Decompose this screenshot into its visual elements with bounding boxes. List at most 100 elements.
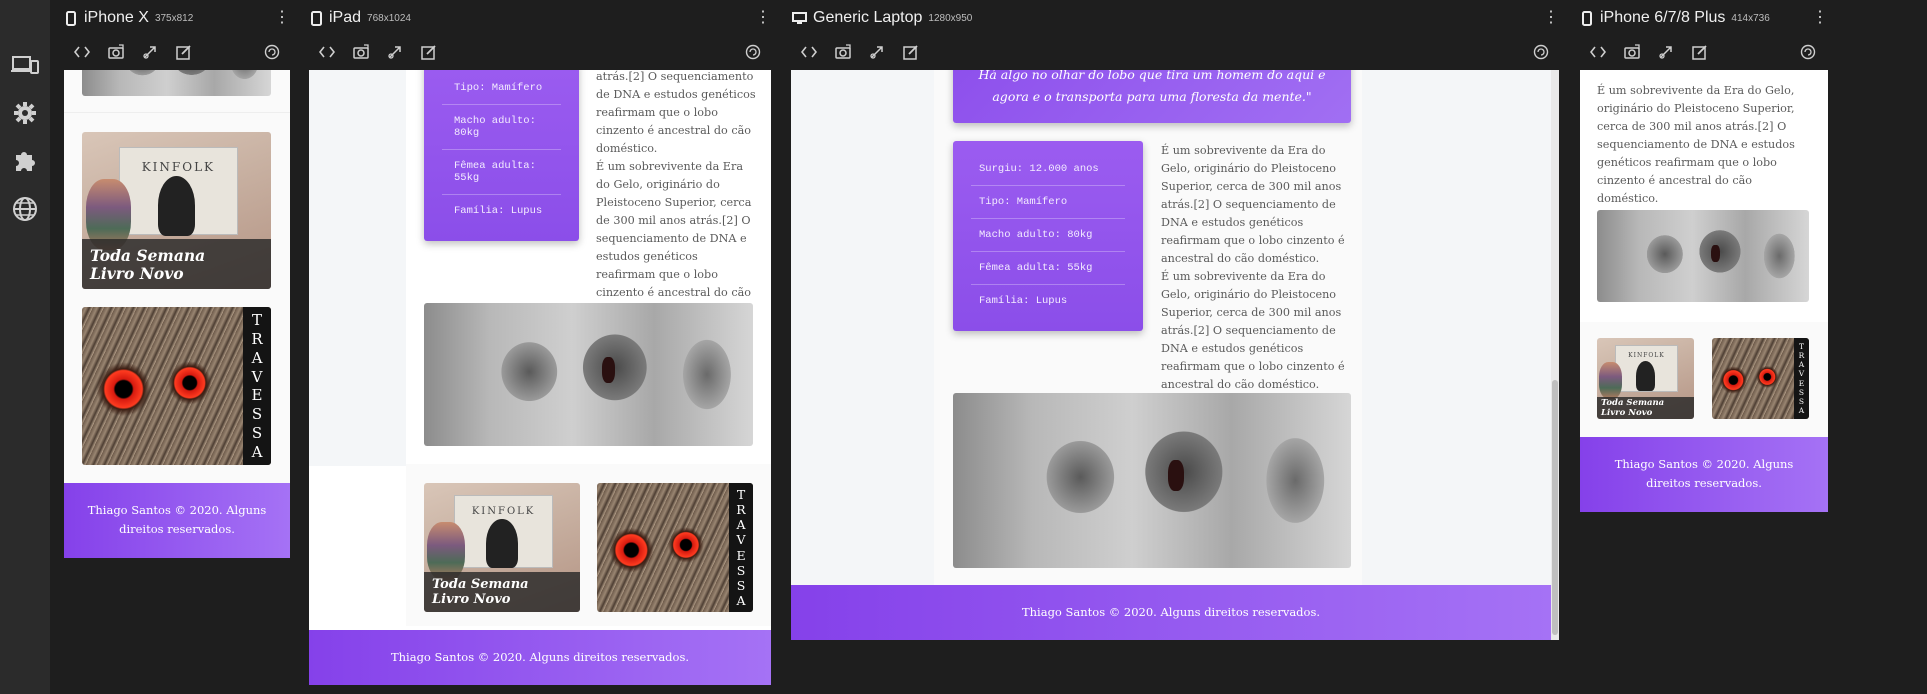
edit-icon[interactable] — [901, 42, 921, 62]
fact-row: Fêmea adulta: 55kg — [971, 252, 1125, 285]
image-caption: Toda Semana Livro Novo — [424, 572, 580, 612]
tablet-icon — [309, 10, 323, 26]
owl-image: TRAVESSA — [82, 307, 271, 465]
page-footer: Thiago Santos © 2020. Alguns direitos re… — [309, 630, 771, 685]
device-viewport: Há algo no olhar do lobo que tira um hom… — [791, 70, 1559, 640]
kinfolk-book-image: KINFOLK Toda Semana Livro Novo — [424, 483, 580, 612]
scrollbar[interactable] — [1551, 70, 1559, 640]
edit-icon[interactable] — [419, 42, 439, 62]
book-title: KINFOLK — [471, 505, 536, 517]
code-icon[interactable] — [1588, 42, 1608, 62]
device-size: 375x812 — [154, 12, 194, 24]
wolf-description: É um sobrevivente da Era do Gelo, origin… — [1161, 144, 1345, 265]
kinfolk-book-image: KINFOLK Toda Semana Livro Novo — [1597, 338, 1694, 419]
device-name: iPhone 6/7/8 Plus — [1600, 9, 1726, 26]
device-viewport: KINFOLK Toda Semana Livro Novo TRAVESSA … — [64, 70, 290, 558]
book-title: KINFOLK — [1628, 352, 1665, 360]
rotate-icon[interactable] — [262, 42, 282, 62]
globe-icon[interactable] — [10, 194, 40, 224]
caption-line-2: Livro Novo — [1601, 407, 1653, 418]
device-toolbar — [309, 38, 771, 66]
rotate-icon[interactable] — [1798, 42, 1818, 62]
fact-row: Fêmea adulta: 55kg — [442, 150, 561, 195]
edit-icon[interactable] — [1690, 42, 1710, 62]
scrollbar-thumb[interactable] — [1552, 380, 1558, 635]
device-toolbar — [1580, 38, 1828, 66]
screenshot-icon[interactable] — [106, 42, 126, 62]
device-viewport: É um sobrevivente da Era do Gelo, origin… — [1580, 70, 1828, 512]
wolf-description: É um sobrevivente da Era do Gelo, origin… — [1597, 84, 1795, 205]
screenshot-icon[interactable] — [1622, 42, 1642, 62]
device-panel-laptop: Generic Laptop 1280x950 ⋮ Há algo no olh… — [791, 0, 1559, 694]
phone-icon — [1580, 10, 1594, 26]
puzzle-icon[interactable] — [10, 146, 40, 176]
wolf-facts-card: Surgiu: 12.000 anos Tipo: Mamífero Macho… — [953, 141, 1143, 331]
image-caption: Toda Semana Livro Novo — [1597, 397, 1694, 419]
sync-icon[interactable] — [1656, 42, 1676, 62]
rotate-icon[interactable] — [743, 42, 763, 62]
screenshot-icon[interactable] — [833, 42, 853, 62]
fact-row: Surgiu: 12.000 anos — [971, 153, 1125, 186]
gear-icon[interactable] — [10, 98, 40, 128]
code-icon[interactable] — [317, 42, 337, 62]
page-footer: Thiago Santos © 2020. Alguns direitos re… — [1580, 437, 1828, 512]
device-name: Generic Laptop — [813, 9, 923, 26]
device-header: Generic Laptop 1280x950 — [791, 0, 1559, 36]
image-caption: Toda Semana Livro Novo — [82, 239, 271, 289]
quote-card: Há algo no olhar do lobo que tira um hom… — [953, 70, 1351, 123]
page-footer: Thiago Santos © 2020. Alguns direitos re… — [64, 483, 290, 558]
sync-icon[interactable] — [867, 42, 887, 62]
owl-image: TRAVESSA — [597, 483, 753, 612]
more-options-icon[interactable]: ⋮ — [755, 8, 771, 28]
sync-icon[interactable] — [140, 42, 160, 62]
footer-line-2: direitos reservados. — [1646, 476, 1762, 490]
travessa-banner: TRAVESSA — [243, 307, 271, 465]
code-icon[interactable] — [799, 42, 819, 62]
quote-line-1: Há algo no olhar do lobo que tira um hom… — [978, 70, 1326, 82]
travessa-banner: TRAVESSA — [729, 483, 753, 612]
code-icon[interactable] — [72, 42, 92, 62]
device-header: iPhone X 375x812 — [64, 0, 290, 36]
device-viewport: Tipo: Mamífero Macho adulto: 80kg Fêmea … — [309, 70, 771, 685]
wolves-image — [82, 70, 271, 96]
wolves-image — [1597, 210, 1809, 302]
footer-line-1: Thiago Santos © 2020. Alguns — [87, 503, 267, 517]
device-header: iPhone 6/7/8 Plus 414x736 — [1580, 0, 1828, 36]
footer-line-1: Thiago Santos © 2020. Alguns — [1614, 457, 1794, 471]
device-panel-iphone-x: iPhone X 375x812 ⋮ KINFOLK Toda Semana L… — [64, 0, 290, 694]
caption-line-2: Livro Novo — [432, 592, 511, 607]
laptop-icon — [791, 10, 807, 26]
wolf-description-fragment: atrás.[2] O sequenciamento de DNA e estu… — [596, 70, 756, 155]
more-options-icon[interactable]: ⋮ — [274, 8, 290, 28]
device-name: iPad — [329, 9, 362, 26]
quote-line-2: agora e o transporta para uma floresta d… — [992, 89, 1312, 104]
app-sidebar — [0, 0, 50, 694]
caption-line-1: Toda Semana — [432, 577, 529, 592]
sync-icon[interactable] — [385, 42, 405, 62]
book-title: KINFOLK — [141, 159, 216, 174]
wolf-description: É um sobrevivente da Era do Gelo, origin… — [1161, 270, 1345, 391]
device-size: 1280x950 — [928, 12, 973, 24]
fact-row: Família: Lupus — [454, 205, 543, 217]
caption-line-1: Toda Semana — [90, 246, 206, 265]
device-panel-ipad: iPad 768x1024 ⋮ Tipo: Mamífero Macho adu… — [309, 0, 771, 694]
caption-line-2: Livro Novo — [90, 264, 184, 283]
more-options-icon[interactable]: ⋮ — [1543, 8, 1559, 28]
device-header: iPad 768x1024 — [309, 0, 771, 36]
rotate-icon[interactable] — [1531, 42, 1551, 62]
device-panel-iphone-plus: iPhone 6/7/8 Plus 414x736 ⋮ É um sobrevi… — [1580, 0, 1828, 694]
owl-image: TRAVESSA — [1712, 338, 1809, 419]
wolf-facts-card: Tipo: Mamífero Macho adulto: 80kg Fêmea … — [424, 70, 579, 241]
fact-row: Tipo: Mamífero — [971, 186, 1125, 219]
fact-row: Macho adulto: 80kg — [442, 105, 561, 150]
device-toolbar — [791, 38, 1559, 66]
wolves-image — [953, 393, 1351, 568]
device-size: 414x736 — [1731, 12, 1770, 24]
wolf-description: É um sobrevivente da Era do Gelo, origin… — [596, 160, 752, 317]
devices-icon[interactable] — [10, 50, 40, 80]
edit-icon[interactable] — [174, 42, 194, 62]
screenshot-icon[interactable] — [351, 42, 371, 62]
phone-icon — [64, 10, 78, 26]
fact-row: Tipo: Mamífero — [442, 72, 561, 105]
more-options-icon[interactable]: ⋮ — [1812, 8, 1828, 28]
